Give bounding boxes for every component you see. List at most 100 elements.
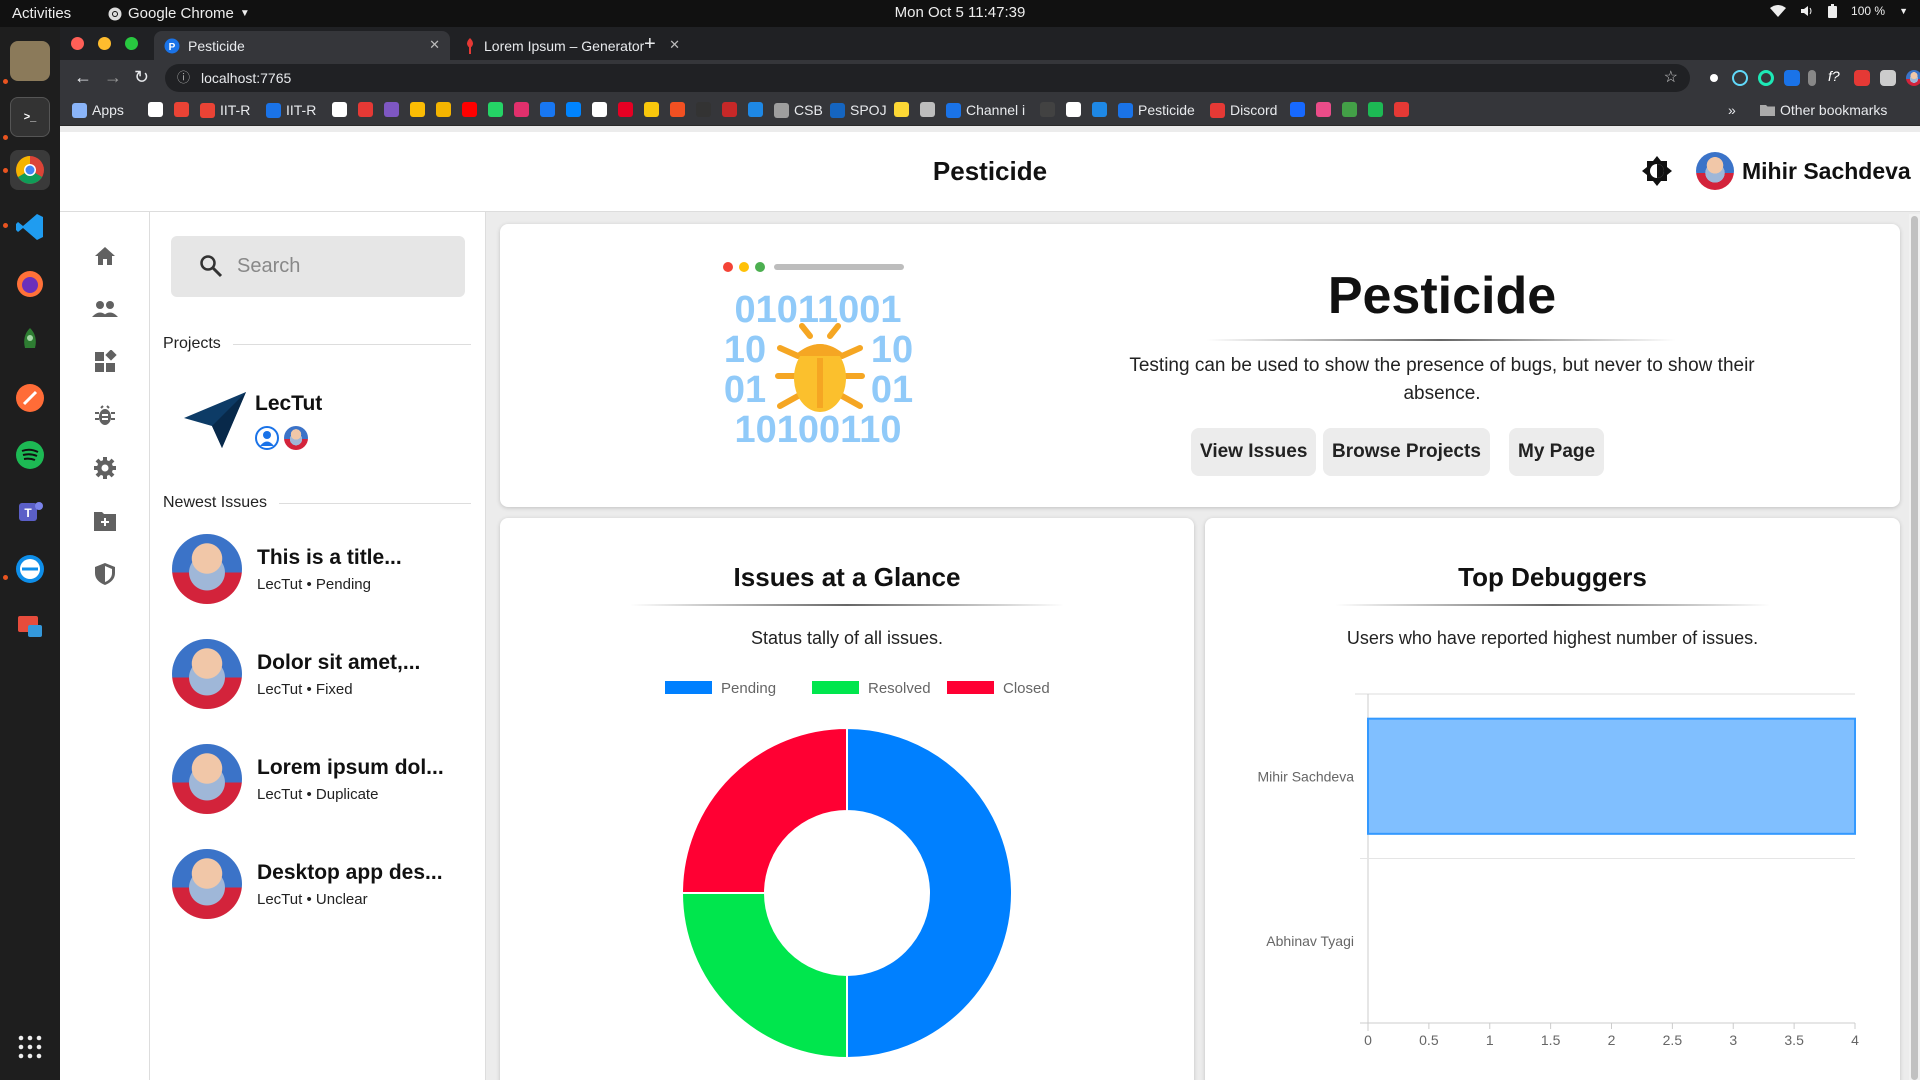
project-card-lectut[interactable]: LecTut [172,384,462,454]
legend-swatch[interactable] [812,681,859,694]
maximize-window-button[interactable] [125,37,138,50]
other-bookmarks-folder[interactable]: Other bookmarks [1760,102,1887,118]
scrollbar-thumb[interactable] [1911,216,1918,1080]
legend-label[interactable]: Resolved [868,680,931,697]
bookmark-item[interactable]: SPOJ [830,102,887,118]
bookmark-item[interactable] [618,102,633,117]
bookmark-item[interactable] [566,102,581,117]
issue-list-item[interactable]: Desktop app des... LecTut • Unclear [172,845,462,925]
bug-icon[interactable] [90,400,120,430]
system-tray[interactable]: 100 % ▼ [1770,4,1908,18]
legend-swatch[interactable] [665,681,712,694]
bookmark-item[interactable] [696,102,711,117]
function-icon[interactable]: f? [1828,68,1844,84]
bookmark-star-icon[interactable]: ☆ [1664,64,1678,92]
bookmark-item[interactable]: Pesticide [1118,102,1195,118]
legend-swatch[interactable] [947,681,994,694]
doughnut-slice-resolved[interactable] [680,892,848,1060]
close-tab-icon[interactable]: ✕ [429,37,440,53]
extension-icon[interactable] [1854,70,1870,86]
bookmark-item[interactable] [514,102,529,117]
bookmark-item[interactable] [1290,102,1305,117]
bookmark-item[interactable] [1040,102,1055,117]
search-input[interactable]: Search [171,236,465,297]
bookmark-item[interactable] [148,102,163,117]
legend-label[interactable]: Pending [721,680,776,697]
bookmark-item[interactable] [748,102,763,117]
address-bar[interactable]: ⓘ localhost:7765 ☆ [165,64,1690,92]
bookmark-item[interactable] [488,102,503,117]
puzzle-icon[interactable] [1880,70,1896,86]
theme-toggle-icon[interactable] [1640,154,1674,188]
bookmark-item[interactable] [722,102,737,117]
bookmark-item[interactable]: Discord [1210,102,1277,118]
teams-icon[interactable]: T [10,492,50,532]
profile-avatar-icon[interactable] [1906,70,1920,86]
screenshot-icon[interactable] [10,606,50,646]
forward-icon[interactable]: → [104,67,122,88]
folder-add-icon[interactable] [90,506,120,536]
teamviewer-icon[interactable] [10,549,50,589]
minimize-window-button[interactable] [98,37,111,50]
bookmark-item[interactable] [644,102,659,117]
bookmarks-overflow-button[interactable]: » [1728,102,1736,118]
my-page-button[interactable]: My Page [1509,428,1605,476]
site-info-icon[interactable]: ⓘ [177,64,190,92]
issue-list-item[interactable]: This is a title... LecTut • Pending [172,530,462,610]
bookmark-item[interactable] [410,102,425,117]
legend-label[interactable]: Closed [1003,680,1050,697]
bookmark-item[interactable] [358,102,373,117]
user-profile-button[interactable]: Mihir Sachdeva [1696,152,1911,190]
people-icon[interactable] [90,294,120,324]
browse-projects-button[interactable]: Browse Projects [1323,428,1490,476]
reload-icon[interactable]: ↻ [134,67,149,88]
bookmark-item[interactable] [592,102,607,117]
extension-icon[interactable] [1710,74,1718,82]
bookmark-item[interactable] [894,102,909,117]
bookmark-item[interactable] [1066,102,1081,117]
rocket-icon[interactable] [10,321,50,361]
close-tab-icon[interactable]: ✕ [669,37,680,53]
bookmark-item[interactable] [1092,102,1107,117]
close-window-button[interactable] [71,37,84,50]
home-icon[interactable] [90,241,120,271]
doughnut-slice-pending[interactable] [846,726,1013,1060]
bookmark-item[interactable] [384,102,399,117]
settings-icon[interactable] [90,453,120,483]
spotify-icon[interactable] [10,435,50,475]
issue-list-item[interactable]: Lorem ipsum dol... LecTut • Duplicate [172,740,462,820]
extension-icon[interactable] [1758,70,1774,86]
app-menu[interactable]: Google Chrome ▼ [108,5,250,22]
bookmark-item[interactable] [540,102,555,117]
dashboard-icon[interactable] [90,347,120,377]
shield-icon[interactable] [90,559,120,589]
show-apps-icon[interactable] [10,1027,50,1067]
bookmark-item[interactable]: CSB [774,102,823,118]
new-tab-button[interactable]: + [644,33,656,56]
extension-icon[interactable] [1784,70,1800,86]
extension-icon[interactable] [1808,70,1816,86]
bookmark-item[interactable] [1394,102,1409,117]
bookmark-item[interactable]: IIT-R [200,102,250,118]
files-icon[interactable] [10,41,50,81]
tab-pesticide[interactable]: P Pesticide ✕ [154,31,450,60]
bookmark-item[interactable]: Apps [72,102,124,118]
bookmark-item[interactable] [332,102,347,117]
bookmark-item[interactable]: Channel i [946,102,1025,118]
chrome-icon[interactable] [10,150,50,190]
bar[interactable] [1367,717,1856,835]
postman-icon[interactable] [10,378,50,418]
bookmark-item[interactable] [462,102,477,117]
issue-list-item[interactable]: Dolor sit amet,... LecTut • Fixed [172,635,462,715]
view-issues-button[interactable]: View Issues [1191,428,1317,476]
clock[interactable]: Mon Oct 5 11:47:39 [0,4,1920,21]
bookmark-item[interactable] [670,102,685,117]
bookmark-item[interactable] [1342,102,1357,117]
bookmark-item[interactable] [174,102,189,117]
terminal-icon[interactable]: >_ [10,97,50,137]
bookmark-item[interactable] [1316,102,1331,117]
firefox-icon[interactable] [10,264,50,304]
react-devtools-icon[interactable] [1732,70,1748,86]
doughnut-slice-closed[interactable] [680,726,848,894]
bookmark-item[interactable] [920,102,935,117]
